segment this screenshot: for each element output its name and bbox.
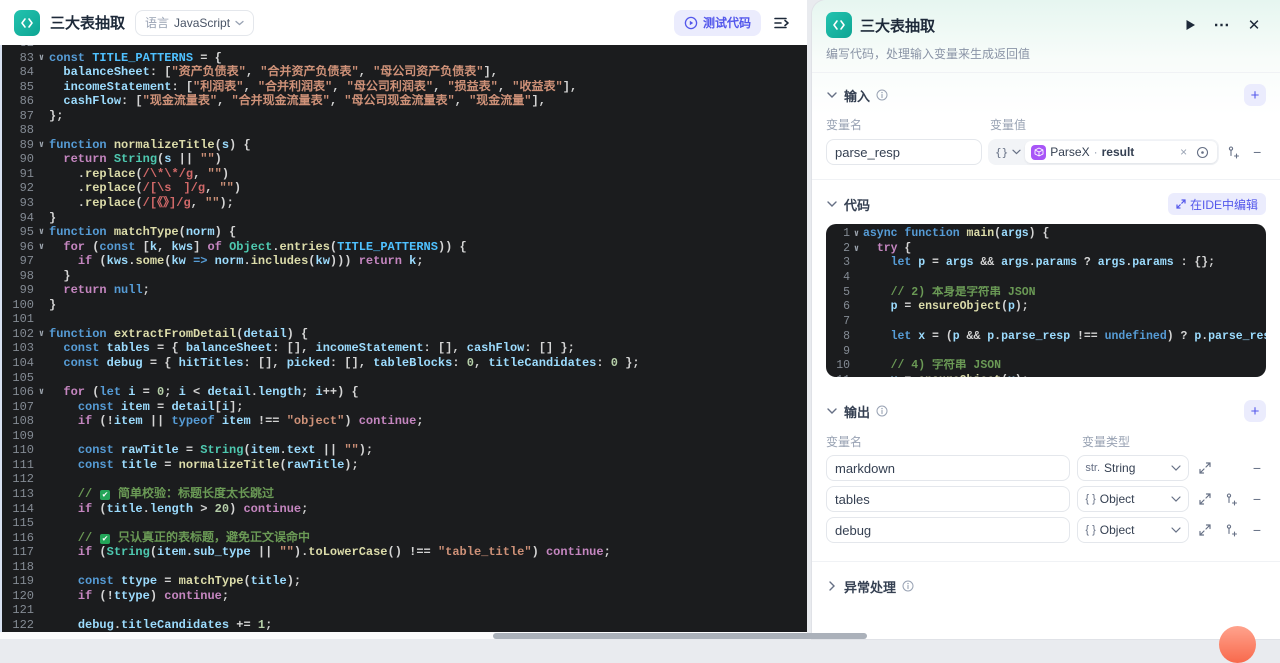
error-handling-label: 异常处理 — [844, 577, 896, 596]
input-section-label: 输入 — [844, 86, 870, 105]
input-column-labels: 变量名 变量值 — [826, 116, 1266, 133]
code-node-icon — [14, 10, 40, 36]
type-name: String — [1104, 461, 1171, 475]
panel-toggle-icon[interactable] — [771, 12, 793, 34]
output-name-field[interactable] — [826, 486, 1070, 512]
output-name-field[interactable] — [826, 517, 1070, 543]
editor-header: 三大表抽取 语言 JavaScript 测试代码 — [0, 0, 807, 45]
chevron-down-icon[interactable] — [826, 201, 838, 207]
output-name-field[interactable] — [826, 455, 1070, 481]
chevron-down-icon — [1171, 527, 1181, 533]
input-variable-row: {} ParseX · result × — [826, 139, 1266, 165]
type-name: Object — [1100, 523, 1171, 537]
panel-title: 三大表抽取 — [860, 15, 1170, 36]
close-icon[interactable]: ✕ — [1242, 13, 1266, 37]
output-row-tables: { } Object − — [826, 486, 1266, 512]
play-circle-icon — [684, 16, 698, 30]
info-icon — [876, 89, 888, 101]
separator-dot: · — [1094, 145, 1098, 159]
test-code-label: 测试代码 — [703, 14, 751, 31]
type-prefix: {} — [995, 146, 1008, 159]
main-code-editor[interactable]: 8283∨const TITLE_PATTERNS = {84 balanceS… — [0, 45, 807, 632]
type-prefix: { } — [1085, 493, 1095, 505]
chevron-down-icon[interactable] — [826, 92, 838, 98]
chevron-down-icon — [1171, 465, 1181, 471]
type-prefix: { } — [1085, 524, 1095, 536]
remove-output-icon[interactable]: − — [1248, 490, 1266, 508]
input-variable-value-selector[interactable]: {} ParseX · result × — [988, 139, 1219, 165]
output-type-select[interactable]: { } Object — [1077, 486, 1189, 512]
output-type-select[interactable]: str. String — [1077, 455, 1189, 481]
play-icon — [1185, 19, 1196, 31]
variable-reference-chip[interactable]: ParseX · result × — [1025, 141, 1217, 163]
info-icon — [876, 405, 888, 417]
node-description: 编写代码，处理输入变量来生成返回值 — [826, 45, 1266, 62]
code-node-editor-pane: 三大表抽取 语言 JavaScript 测试代码 8283∨const TITL… — [0, 0, 807, 639]
parsex-node-icon — [1031, 145, 1046, 160]
help-floating-button[interactable] — [1219, 626, 1256, 663]
code-node-icon — [826, 12, 852, 38]
col-variable-type: 变量类型 — [1082, 433, 1130, 450]
info-icon — [902, 580, 914, 592]
code-section-header: 代码 在IDE中编辑 — [826, 192, 1266, 216]
test-code-button[interactable]: 测试代码 — [674, 10, 761, 36]
divider — [812, 179, 1280, 180]
col-variable-name: 变量名 — [826, 116, 990, 133]
expand-icon[interactable] — [1196, 490, 1214, 508]
node-config-panel: 三大表抽取 ⋯ ✕ 编写代码，处理输入变量来生成返回值 输入 + 变量名 变量值 — [812, 0, 1280, 639]
type-prefix: str. — [1085, 462, 1100, 474]
chevron-down-icon — [235, 20, 244, 26]
col-variable-name: 变量名 — [826, 433, 1082, 450]
type-name: Object — [1100, 492, 1171, 506]
chevron-down-icon[interactable] — [826, 408, 838, 414]
chevron-down-icon — [1012, 149, 1021, 155]
horizontal-scrollbar-thumb[interactable] — [493, 633, 867, 639]
add-output-button[interactable]: + — [1244, 400, 1266, 422]
chevron-down-icon — [1171, 496, 1181, 502]
edit-in-ide-button[interactable]: 在IDE中编辑 — [1168, 193, 1266, 215]
code-preview-editor[interactable]: 1∨async function main(args) {2∨ try {3 l… — [826, 224, 1266, 377]
output-column-labels: 变量名 变量类型 — [826, 433, 1266, 450]
col-variable-value: 变量值 — [990, 116, 1026, 133]
language-label: 语言 — [145, 14, 169, 31]
inspect-variable-icon[interactable] — [1193, 143, 1211, 161]
language-selector[interactable]: 语言 JavaScript — [135, 10, 254, 36]
insert-child-variable-icon[interactable] — [1225, 143, 1242, 161]
expand-icon[interactable] — [1196, 521, 1214, 539]
divider — [812, 561, 1280, 562]
clear-variable-icon[interactable]: × — [1178, 145, 1189, 159]
expand-icon — [1176, 199, 1186, 209]
add-input-button[interactable]: + — [1244, 84, 1266, 106]
source-node-name: ParseX — [1050, 145, 1089, 159]
code-section-label: 代码 — [844, 195, 870, 214]
output-row-debug: { } Object − — [826, 517, 1266, 543]
edit-in-ide-label: 在IDE中编辑 — [1190, 196, 1258, 213]
output-section-label: 输出 — [844, 402, 870, 421]
output-section-header: 输出 + — [826, 399, 1266, 423]
remove-input-icon[interactable]: − — [1249, 143, 1266, 161]
expand-icon[interactable] — [1196, 459, 1214, 477]
output-type-select[interactable]: { } Object — [1077, 517, 1189, 543]
panel-header: 三大表抽取 ⋯ ✕ — [826, 0, 1266, 38]
insert-child-variable-icon[interactable] — [1222, 490, 1240, 508]
input-section-header: 输入 + — [826, 83, 1266, 107]
source-variable-name: result — [1102, 145, 1174, 159]
code-lines: 1∨async function main(args) {2∨ try {3 l… — [826, 227, 1266, 377]
output-row-markdown: str. String − — [826, 455, 1266, 481]
insert-child-variable-icon[interactable] — [1222, 521, 1240, 539]
input-variable-name-field[interactable] — [826, 139, 982, 165]
run-button[interactable] — [1178, 13, 1202, 37]
more-options-icon[interactable]: ⋯ — [1210, 13, 1234, 37]
code-lines: 8283∨const TITLE_PATTERNS = {84 balanceS… — [2, 45, 807, 632]
chevron-right-icon[interactable] — [826, 581, 838, 591]
language-value: JavaScript — [174, 16, 230, 30]
error-handling-section-header: 异常处理 — [826, 574, 1266, 598]
remove-output-icon[interactable]: − — [1248, 521, 1266, 539]
remove-output-icon[interactable]: − — [1248, 459, 1266, 477]
node-title: 三大表抽取 — [50, 12, 125, 33]
divider — [812, 72, 1280, 73]
